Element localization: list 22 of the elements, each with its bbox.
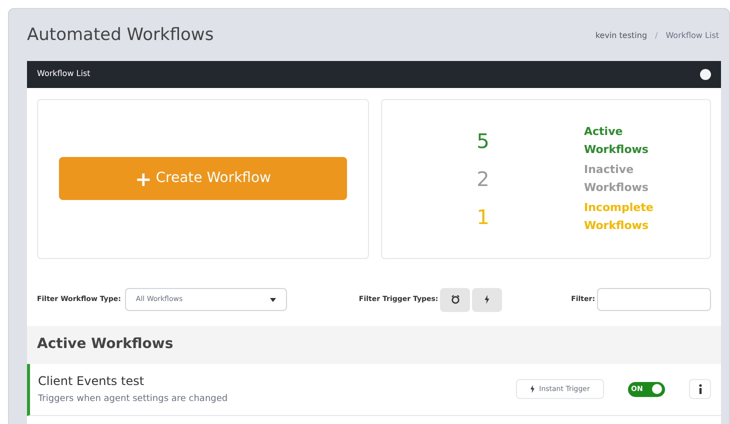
stat-label: Active Workflows xyxy=(584,124,650,158)
alarm-clock-filter-button[interactable] xyxy=(440,288,470,312)
alarm-clock-icon xyxy=(450,295,460,304)
stat-label: Inactive Workflows xyxy=(584,162,650,196)
panel-title: Workflow List xyxy=(37,68,90,80)
stat-count: 2 xyxy=(476,166,490,192)
stat-count: 5 xyxy=(476,128,490,154)
breadcrumb-link[interactable]: kevin testing xyxy=(595,30,648,42)
filter-input[interactable] xyxy=(597,288,711,311)
workflow-description: Triggers when agent settings are changed xyxy=(38,392,229,406)
dropdown-caret-icon xyxy=(270,298,276,302)
section-title: Active Workflows xyxy=(37,335,174,354)
breadcrumb-current: Workflow List xyxy=(666,30,719,42)
lightning-icon xyxy=(530,385,536,393)
more-options-button[interactable] xyxy=(689,379,711,399)
stat-count: 1 xyxy=(476,204,490,230)
lightning-icon xyxy=(484,295,490,304)
page-title: Automated Workflows xyxy=(27,24,214,47)
workflow-name: Client Events test xyxy=(38,372,146,390)
stat-label: Incomplete Workflows xyxy=(584,200,654,234)
vertical-ellipsis-icon xyxy=(698,384,702,394)
breadcrumb-separator: / xyxy=(655,30,658,42)
